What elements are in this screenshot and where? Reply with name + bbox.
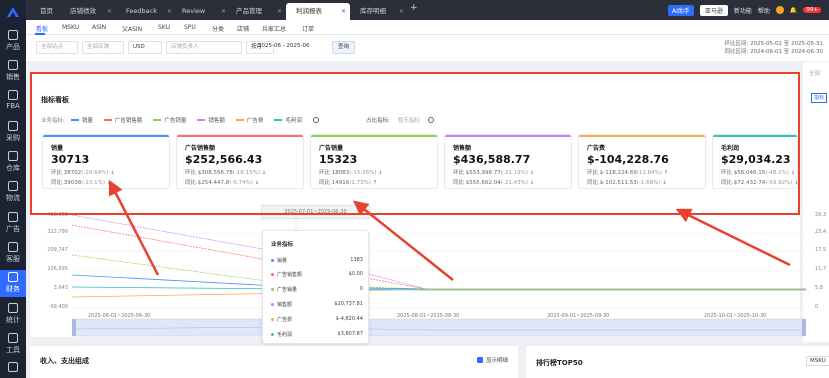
annotation-arrows	[108, 179, 791, 281]
arrow-annotation	[108, 179, 160, 276]
checkbox-icon[interactable]	[477, 357, 483, 363]
show-detail-checkbox[interactable]: 显示明细	[477, 356, 508, 364]
ranking-section: 排行榜TOP50 MSKU	[526, 346, 829, 378]
section-title: 排行榜TOP50	[536, 359, 583, 367]
section-title: 收入、支出组成	[40, 357, 89, 365]
income-expense-section: 收入、支出组成 显示明细	[30, 346, 518, 378]
msku-tab[interactable]: MSKU	[806, 356, 829, 366]
arrow-annotation	[353, 200, 454, 281]
arrow-annotation	[675, 208, 791, 267]
